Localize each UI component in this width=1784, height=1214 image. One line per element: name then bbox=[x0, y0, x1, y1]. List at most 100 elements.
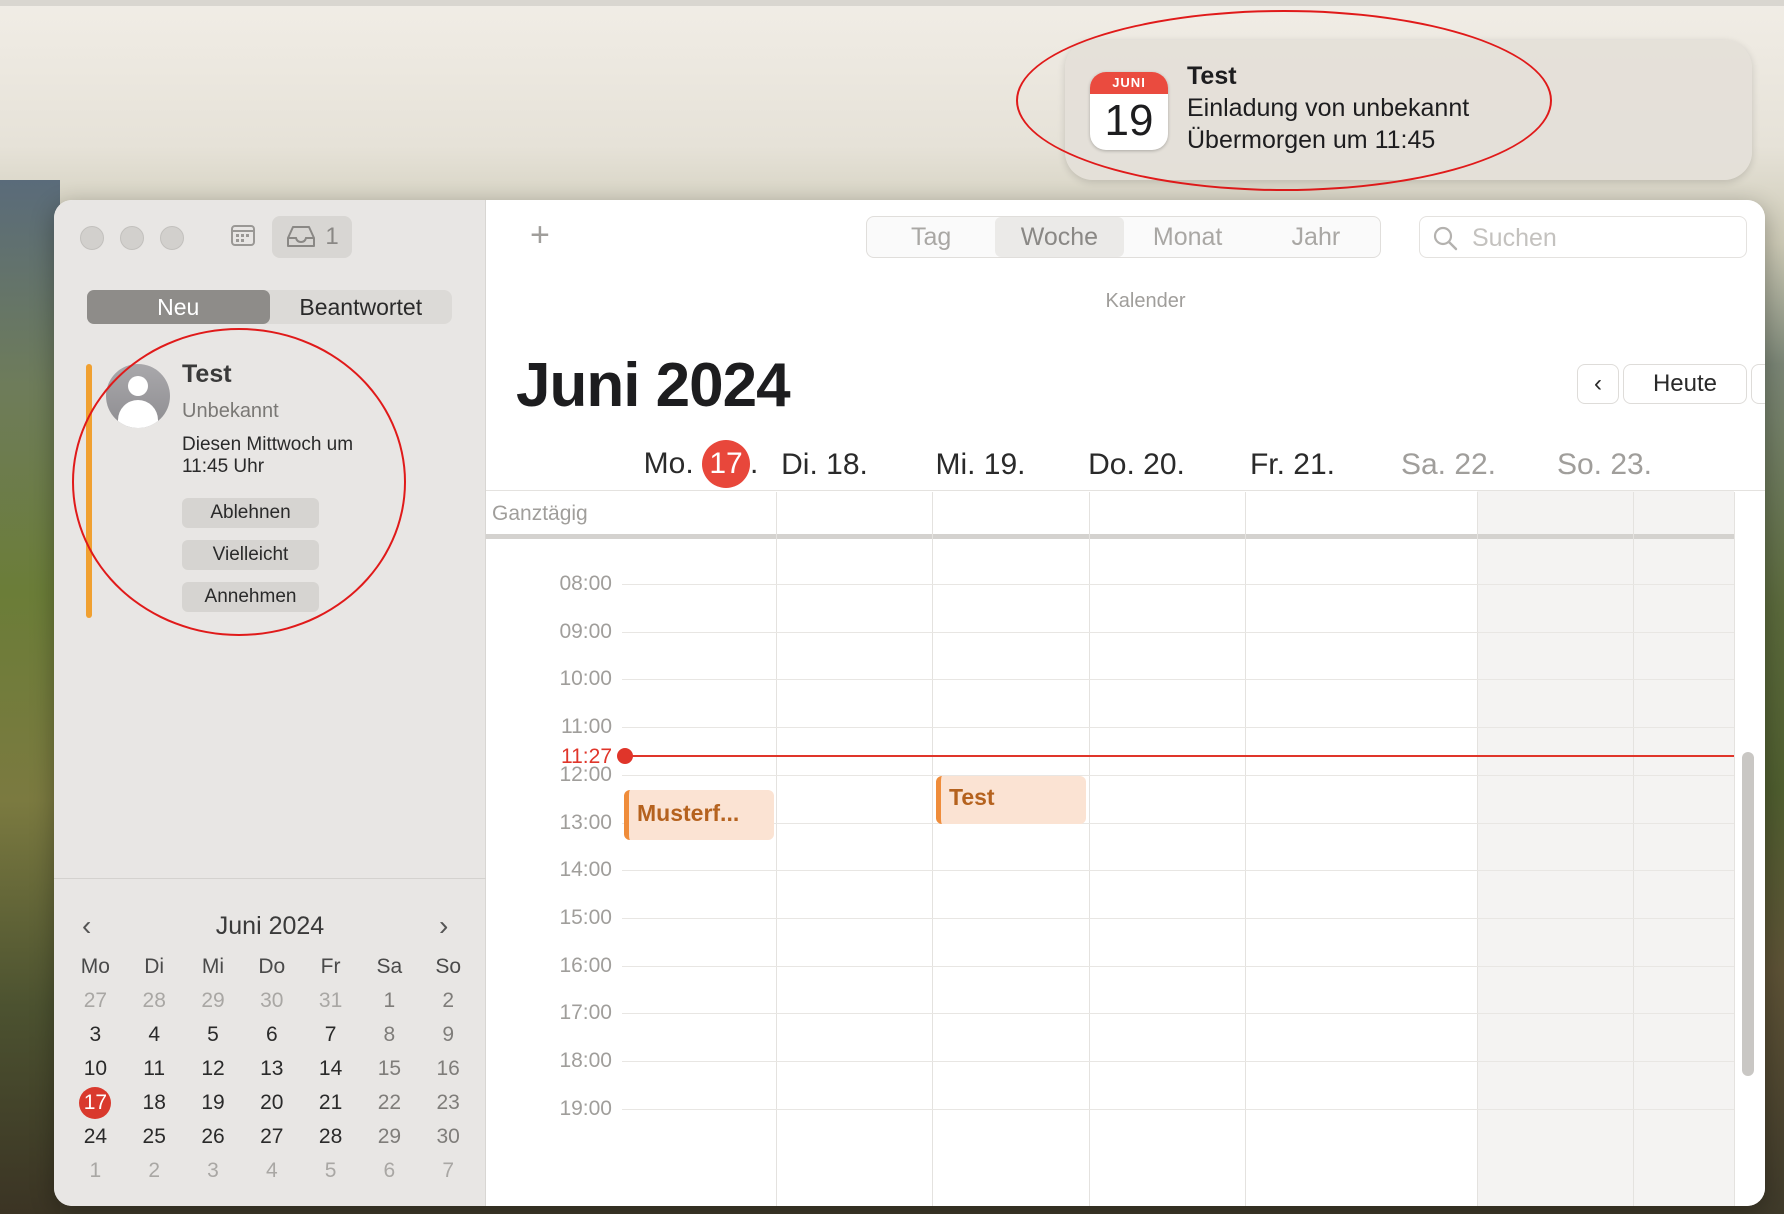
prev-week-button[interactable]: ‹ bbox=[1577, 364, 1619, 404]
mini-day[interactable]: 5 bbox=[184, 1018, 243, 1052]
mini-day[interactable]: 15 bbox=[360, 1052, 419, 1086]
zoom-window-button[interactable] bbox=[160, 226, 184, 250]
mini-day[interactable]: 29 bbox=[184, 984, 243, 1018]
mini-day[interactable]: 4 bbox=[125, 1018, 184, 1052]
mini-day[interactable]: 11 bbox=[125, 1052, 184, 1086]
hour-line bbox=[622, 822, 1734, 824]
next-week-button[interactable]: › bbox=[1751, 364, 1765, 404]
invitations-segment-control: Neu Beantwortet bbox=[87, 290, 452, 324]
mini-day[interactable]: 29 bbox=[360, 1120, 419, 1154]
mini-day[interactable]: 6 bbox=[360, 1154, 419, 1188]
mini-day[interactable]: 2 bbox=[419, 984, 478, 1018]
tab-week[interactable]: Woche bbox=[995, 217, 1124, 257]
hour-label: 10:00 bbox=[559, 667, 612, 691]
mini-day[interactable]: 13 bbox=[242, 1052, 301, 1086]
mini-calendar-header: ‹ Juni 2024 › bbox=[54, 908, 486, 944]
day-header-wed[interactable]: Mi. 19. bbox=[890, 448, 1071, 482]
mini-weekday: Fr bbox=[320, 955, 341, 978]
mini-day[interactable]: 22 bbox=[360, 1086, 419, 1120]
hour-label: 18:00 bbox=[559, 1049, 612, 1072]
mini-weekday: Do bbox=[258, 955, 286, 978]
mini-weekday: Di bbox=[144, 955, 165, 978]
mini-day[interactable]: 28 bbox=[125, 984, 184, 1018]
weekend-shading bbox=[1477, 490, 1734, 1206]
mini-day[interactable]: 6 bbox=[242, 1018, 301, 1052]
mini-day[interactable]: 20 bbox=[242, 1086, 301, 1120]
mini-day[interactable]: 7 bbox=[419, 1154, 478, 1188]
mini-day[interactable]: 1 bbox=[360, 984, 419, 1018]
inbox-button[interactable]: 1 bbox=[272, 216, 352, 258]
mini-day[interactable]: 23 bbox=[419, 1086, 478, 1120]
add-event-button[interactable]: + bbox=[530, 216, 550, 255]
mini-day[interactable]: 3 bbox=[66, 1018, 125, 1052]
mini-weekday: Sa bbox=[376, 955, 403, 978]
mini-weekday: Mo bbox=[80, 955, 110, 978]
hour-line bbox=[622, 679, 1734, 681]
event-musterf[interactable]: Musterf... bbox=[624, 790, 774, 840]
mini-day[interactable]: 26 bbox=[184, 1120, 243, 1154]
tab-month[interactable]: Monat bbox=[1124, 217, 1252, 257]
mini-day[interactable]: 27 bbox=[66, 984, 125, 1018]
search-icon bbox=[1432, 225, 1458, 251]
minimize-window-button[interactable] bbox=[120, 226, 144, 250]
desktop-top-strip bbox=[0, 0, 1784, 6]
allday-divider bbox=[486, 534, 1734, 539]
mini-day[interactable]: 8 bbox=[360, 1018, 419, 1052]
hour-label: 14:00 bbox=[559, 858, 612, 882]
hour-line bbox=[622, 965, 1734, 967]
close-window-button[interactable] bbox=[80, 226, 104, 250]
mini-day[interactable]: 14 bbox=[301, 1052, 360, 1086]
mini-day[interactable]: 30 bbox=[242, 984, 301, 1018]
tab-day[interactable]: Tag bbox=[867, 217, 995, 257]
mini-day[interactable]: 7 bbox=[301, 1018, 360, 1052]
hour-line bbox=[622, 917, 1734, 919]
day-header-fri[interactable]: Fr. 21. bbox=[1202, 448, 1383, 482]
mini-day[interactable]: 21 bbox=[301, 1086, 360, 1120]
mini-day[interactable]: 12 bbox=[184, 1052, 243, 1086]
mini-day[interactable]: 27 bbox=[242, 1120, 301, 1154]
mini-day[interactable]: 5 bbox=[301, 1154, 360, 1188]
mini-day[interactable]: 31 bbox=[301, 984, 360, 1018]
mini-day[interactable]: 10 bbox=[66, 1052, 125, 1086]
mini-calendar-title: Juni 2024 bbox=[215, 912, 325, 940]
mini-next-month-icon[interactable]: › bbox=[439, 908, 448, 944]
annotation-circle-invitation bbox=[72, 328, 406, 636]
tab-year[interactable]: Jahr bbox=[1252, 217, 1380, 257]
mini-day[interactable]: 28 bbox=[301, 1120, 360, 1154]
mini-day[interactable]: 25 bbox=[125, 1120, 184, 1154]
mini-day[interactable]: 4 bbox=[242, 1154, 301, 1188]
calendar-list-icon[interactable] bbox=[228, 220, 258, 250]
mini-day[interactable]: 19 bbox=[184, 1086, 243, 1120]
day-divider bbox=[1245, 492, 1246, 1206]
today-button[interactable]: Heute bbox=[1623, 364, 1747, 404]
mini-day[interactable]: 17 bbox=[66, 1086, 125, 1120]
event-test[interactable]: Test bbox=[936, 776, 1086, 824]
hour-line bbox=[622, 1061, 1734, 1062]
mini-day[interactable]: 18 bbox=[125, 1086, 184, 1120]
segment-new[interactable]: Neu bbox=[87, 290, 270, 324]
hour-label: 19:00 bbox=[559, 1096, 612, 1120]
hour-line bbox=[622, 1108, 1734, 1110]
day-header-thu[interactable]: Do. 20. bbox=[1046, 448, 1227, 482]
day-header-sun[interactable]: So. 23. bbox=[1514, 448, 1695, 482]
current-time-label: 11:27 bbox=[561, 745, 612, 768]
view-switcher: Tag Woche Monat Jahr bbox=[866, 216, 1381, 258]
desktop-wallpaper bbox=[0, 180, 60, 1214]
mini-day[interactable]: 9 bbox=[419, 1018, 478, 1052]
mini-day[interactable]: 1 bbox=[66, 1154, 125, 1188]
hour-label: 08:00 bbox=[559, 572, 612, 595]
segment-answered[interactable]: Beantwortet bbox=[270, 290, 453, 324]
hour-line bbox=[622, 584, 1734, 585]
mini-day[interactable]: 3 bbox=[184, 1154, 243, 1188]
mini-day[interactable]: 24 bbox=[66, 1120, 125, 1154]
mini-day[interactable]: 2 bbox=[125, 1154, 184, 1188]
mini-day[interactable]: 16 bbox=[419, 1052, 478, 1086]
mini-day[interactable]: 30 bbox=[419, 1120, 478, 1154]
day-header-tue[interactable]: Di. 18. bbox=[734, 448, 915, 482]
search-placeholder: Suchen bbox=[1472, 224, 1557, 252]
day-header-sat[interactable]: Sa. 22. bbox=[1358, 448, 1539, 482]
vertical-scrollbar[interactable] bbox=[1742, 752, 1754, 1076]
hour-label: 13:00 bbox=[559, 810, 612, 834]
search-field[interactable]: Suchen bbox=[1419, 216, 1747, 258]
hour-line bbox=[622, 1013, 1734, 1015]
